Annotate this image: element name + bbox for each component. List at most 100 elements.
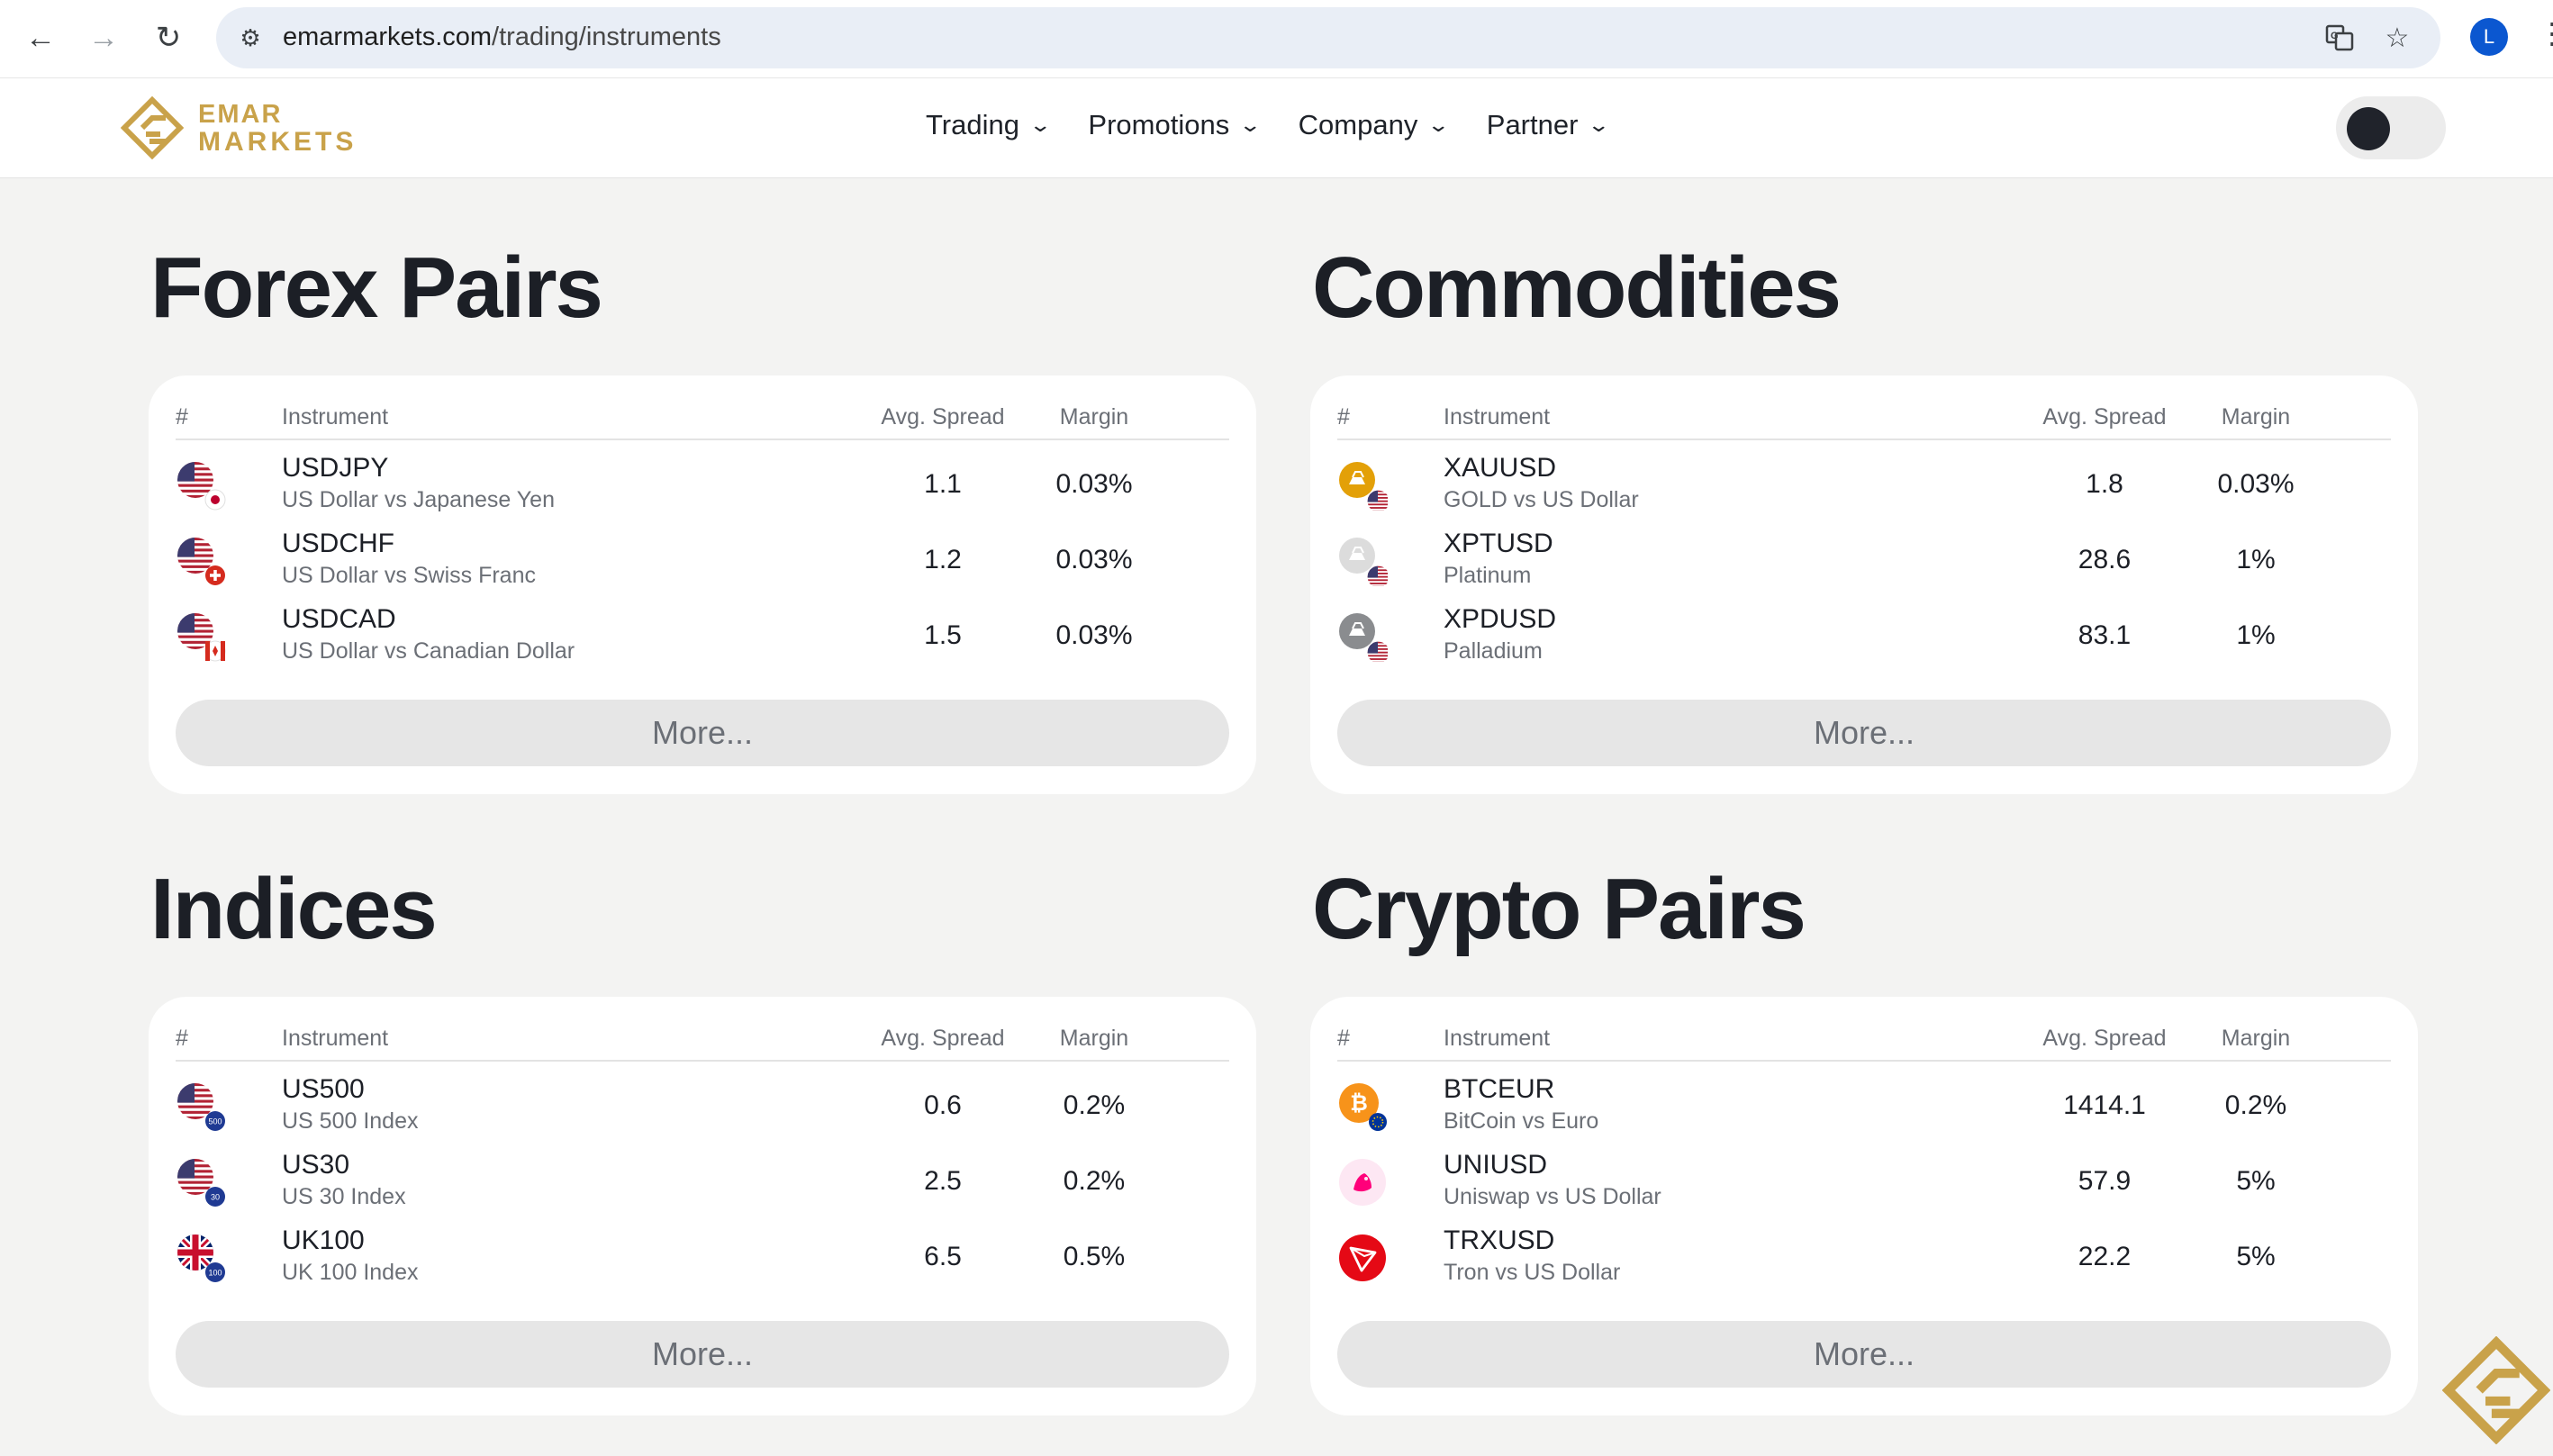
url-path: /trading/instruments — [492, 23, 721, 51]
more-button[interactable]: More... — [176, 1321, 1229, 1388]
instrument-description: Uniswap vs US Dollar — [1444, 1184, 1661, 1209]
site-header: EMAR MARKETS Trading ⌄ Promotions ⌄ Compan… — [0, 78, 2553, 178]
instrument-table: # Instrument Avg. Spread Margin USDJPY U… — [149, 375, 1256, 794]
avg-spread-value: 1.5 — [924, 620, 962, 650]
section-commodities: Commodities # Instrument Avg. Spread Mar… — [1310, 239, 2418, 797]
instrument-description: Tron vs US Dollar — [1444, 1260, 1621, 1285]
col-margin: Margin — [1059, 404, 1129, 430]
index-badge: 30 — [211, 1193, 220, 1202]
table-row[interactable]: XPDUSD Palladium 83.1 1% — [1337, 599, 2391, 671]
table-row[interactable]: ₿ BTCEUR BitCoin vs Euro 1414.1 0.2% — [1337, 1069, 2391, 1141]
palladium-icon — [1339, 613, 1388, 662]
site-settings-icon[interactable]: ⚙ — [232, 20, 268, 56]
table-row[interactable]: USDJPY US Dollar vs Japanese Yen 1.1 0.0… — [176, 448, 1229, 520]
browser-menu-icon[interactable]: ⋮ — [2538, 16, 2553, 50]
section-title: Forex Pairs — [150, 240, 603, 336]
table-row[interactable]: UNIUSD Uniswap vs US Dollar 57.9 5% — [1337, 1144, 2391, 1216]
section-title: Indices — [150, 861, 438, 957]
translate-icon[interactable]: G — [2322, 20, 2358, 56]
table-row[interactable]: TRXUSD Tron vs US Dollar 22.2 5% — [1337, 1220, 2391, 1292]
avg-spread-value: 1.2 — [924, 545, 962, 574]
instrument-description: Platinum — [1444, 563, 1532, 588]
col-hash: # — [1337, 404, 1350, 430]
table-row[interactable]: XAUUSD GOLD vs US Dollar 1.8 0.03% — [1337, 448, 2391, 520]
col-margin: Margin — [2221, 404, 2291, 430]
uniswap-icon — [1339, 1159, 1386, 1206]
table-row[interactable]: 30 US30 US 30 Index 2.5 0.2% — [176, 1144, 1229, 1216]
nav-company[interactable]: Company ⌄ — [1299, 109, 1451, 141]
instrument-description: US Dollar vs Swiss Franc — [282, 563, 536, 588]
nav-trading[interactable]: Trading ⌄ — [926, 109, 1052, 141]
col-spread: Avg. Spread — [881, 1026, 1005, 1051]
emar-markets-logo[interactable]: EMAR MARKETS — [121, 96, 400, 159]
nav-promotions[interactable]: Promotions ⌄ — [1088, 109, 1262, 141]
margin-value: 1% — [2236, 545, 2276, 574]
instrument-symbol: US500 — [282, 1074, 365, 1104]
usd-chf-flag-icon — [176, 536, 225, 585]
address-bar[interactable]: ⚙ emarmarkets.com/trading/instruments G … — [216, 7, 2440, 68]
table-header: # Instrument Avg. Spread Margin — [176, 1015, 1229, 1062]
instrument-symbol: USDCHF — [282, 529, 394, 558]
bitcoin-icon: ₿ — [1339, 1083, 1387, 1131]
col-margin: Margin — [2221, 1026, 2291, 1051]
instrument-description: US Dollar vs Japanese Yen — [282, 487, 555, 512]
instrument-symbol: UNIUSD — [1444, 1150, 1548, 1180]
col-instrument: Instrument — [282, 1026, 389, 1051]
nav-partner[interactable]: Partner ⌄ — [1487, 109, 1611, 141]
avg-spread-value: 6.5 — [924, 1242, 962, 1271]
emar-logo-mark-icon — [121, 96, 184, 159]
back-icon[interactable]: ← — [18, 15, 63, 60]
section-crypto-pairs: Crypto Pairs # Instrument Avg. Spread Ma… — [1310, 860, 2418, 1418]
logo-text-line1: EMAR — [198, 100, 283, 129]
gold-icon — [1339, 462, 1388, 511]
instrument-description: US 30 Index — [282, 1184, 406, 1209]
theme-toggle[interactable] — [2336, 96, 2446, 159]
url-host: emarmarkets.com — [283, 23, 493, 51]
instrument-symbol: US30 — [282, 1150, 350, 1180]
avg-spread-value: 83.1 — [2078, 620, 2132, 650]
col-spread: Avg. Spread — [2042, 1026, 2167, 1051]
chevron-down-icon: ⌄ — [1587, 113, 1611, 136]
table-row[interactable]: USDCAD US Dollar vs Canadian Dollar 1.5 … — [176, 599, 1229, 671]
svg-text:G: G — [2331, 31, 2339, 41]
bookmark-star-icon[interactable]: ☆ — [2379, 20, 2415, 56]
chevron-down-icon: ⌄ — [1238, 113, 1263, 136]
col-instrument: Instrument — [1444, 404, 1551, 430]
chevron-down-icon: ⌄ — [1028, 113, 1053, 136]
table-header: # Instrument Avg. Spread Margin — [1337, 393, 2391, 440]
margin-value: 5% — [2236, 1166, 2276, 1196]
margin-value: 0.2% — [1063, 1090, 1126, 1120]
table-row[interactable]: 100 UK100 UK 100 Index 6.5 0.5% — [176, 1220, 1229, 1292]
instrument-table: # Instrument Avg. Spread Margin 500 US50… — [149, 997, 1256, 1415]
platinum-icon — [1339, 538, 1388, 586]
reload-icon[interactable]: ↻ — [146, 15, 191, 60]
table-row[interactable]: USDCHF US Dollar vs Swiss Franc 1.2 0.03… — [176, 523, 1229, 595]
table-row[interactable]: 500 US500 US 500 Index 0.6 0.2% — [176, 1069, 1229, 1141]
col-margin: Margin — [1059, 1026, 1129, 1051]
more-button[interactable]: More... — [1337, 1321, 2391, 1388]
margin-value: 0.03% — [2217, 469, 2295, 499]
table-row[interactable]: XPTUSD Platinum 28.6 1% — [1337, 523, 2391, 595]
instrument-description: Palladium — [1444, 638, 1543, 664]
col-hash: # — [176, 404, 188, 430]
chevron-down-icon: ⌄ — [1426, 113, 1451, 136]
floating-emar-logo-icon[interactable] — [2442, 1336, 2550, 1444]
more-button[interactable]: More... — [176, 700, 1229, 766]
avg-spread-value: 1414.1 — [2063, 1090, 2146, 1120]
more-button[interactable]: More... — [1337, 700, 2391, 766]
avg-spread-value: 1.1 — [924, 469, 962, 499]
logo-text-line2: MARKETS — [198, 127, 358, 157]
instrument-symbol: BTCEUR — [1444, 1074, 1555, 1104]
avg-spread-value: 2.5 — [924, 1166, 962, 1196]
instrument-symbol: USDJPY — [282, 453, 389, 483]
main-nav: Trading ⌄ Promotions ⌄ Company ⌄ Partner ⌄ — [926, 109, 1611, 141]
nav-promotions-label: Promotions — [1088, 109, 1230, 140]
margin-value: 0.2% — [1063, 1166, 1126, 1196]
col-instrument: Instrument — [1444, 1026, 1551, 1051]
col-hash: # — [176, 1026, 188, 1051]
profile-avatar[interactable]: L — [2470, 18, 2508, 56]
url-text[interactable]: emarmarkets.com/trading/instruments — [283, 23, 721, 52]
avg-spread-value: 1.8 — [2086, 469, 2123, 499]
forward-icon[interactable]: → — [81, 15, 126, 60]
instrument-description: GOLD vs US Dollar — [1444, 487, 1639, 512]
